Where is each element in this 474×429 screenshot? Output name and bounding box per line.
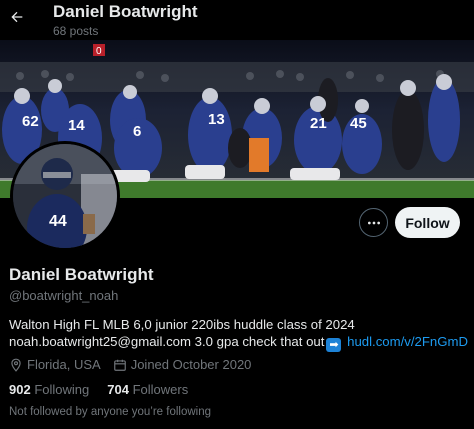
jersey-number: 21	[310, 115, 327, 132]
svg-text:44: 44	[49, 213, 67, 230]
profile-handle: @boatwright_noah	[9, 288, 119, 303]
profile-stats: 902 Following 704 Followers	[9, 382, 206, 397]
jersey-number: 62	[22, 113, 39, 130]
profile-joined: Joined October 2020	[113, 357, 252, 372]
more-dots-icon	[367, 221, 380, 224]
more-options-button[interactable]	[359, 208, 388, 237]
right-arrow-emoji-icon: ➡	[326, 338, 342, 352]
jersey-number: 14	[68, 117, 85, 134]
back-button[interactable]	[6, 6, 28, 28]
location-pin-icon	[11, 358, 21, 372]
header-post-count: 68 posts	[53, 24, 99, 38]
bio-text: noah.boatwright25@gmail.com 3.0 gpa chec…	[9, 334, 325, 349]
followers-link[interactable]: 704 Followers	[107, 382, 188, 397]
location-text: Florida, USA	[27, 357, 101, 372]
svg-text:0: 0	[96, 46, 102, 57]
followers-label: Followers	[132, 382, 189, 397]
calendar-icon	[113, 359, 126, 371]
profile-bio: Walton High FL MLB 6,0 junior 220ibs hud…	[9, 316, 469, 352]
bio-line-1: Walton High FL MLB 6,0 junior 220ibs hud…	[9, 317, 355, 332]
profile-meta: Florida, USA Joined October 2020	[9, 357, 263, 372]
joined-text: Joined October 2020	[130, 357, 252, 372]
follow-button[interactable]: Follow	[395, 207, 460, 238]
profile-display-name: Daniel Boatwright	[9, 265, 154, 284]
jersey-number: 6	[133, 123, 141, 140]
profile-header-bar: Daniel Boatwright 68 posts	[0, 0, 474, 40]
following-label: Following	[34, 382, 90, 397]
followers-count: 704	[107, 382, 129, 397]
not-followed-note: Not followed by anyone you’re following	[9, 406, 212, 418]
profile-location: Florida, USA	[9, 357, 101, 372]
bio-link[interactable]: hudl.com/v/2FnGmD	[347, 334, 468, 349]
avatar-photo: 44	[13, 144, 117, 248]
jersey-number: 13	[208, 111, 225, 128]
header-name: Daniel Boatwright	[53, 2, 198, 21]
jersey-number: 45	[350, 115, 367, 132]
bio-line-2: noah.boatwright25@gmail.com 3.0 gpa chec…	[9, 333, 469, 352]
following-count: 902	[9, 382, 31, 397]
profile-avatar[interactable]: 44	[10, 141, 120, 251]
following-link[interactable]: 902 Following	[9, 382, 89, 397]
arrow-left-icon	[11, 11, 23, 23]
